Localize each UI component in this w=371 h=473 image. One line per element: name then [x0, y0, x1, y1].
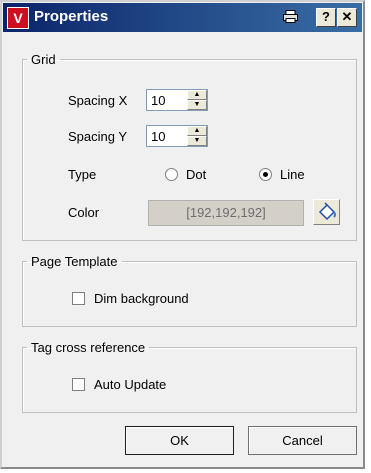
properties-dialog: V Properties ? ✕ Grid Spacing X ▲ ▼ Spac… — [0, 0, 365, 469]
spacing-y-decrement-button[interactable]: ▼ — [187, 136, 207, 146]
printer-icon — [283, 10, 298, 23]
type-dot-radio[interactable] — [165, 168, 178, 181]
color-value-field: [192,192,192] — [148, 200, 304, 226]
type-label: Type — [68, 167, 97, 182]
page-template-legend: Page Template — [31, 254, 118, 269]
help-button[interactable]: ? — [316, 8, 336, 27]
window-title: Properties — [34, 8, 109, 25]
dim-background-label[interactable]: Dim background — [94, 291, 189, 306]
page-template-group: Page Template — [22, 254, 357, 327]
dim-background-checkbox[interactable] — [72, 292, 85, 305]
spacing-y-increment-button[interactable]: ▲ — [187, 126, 207, 136]
spacing-x-stepper[interactable]: ▲ ▼ — [146, 89, 208, 111]
cancel-button[interactable]: Cancel — [248, 426, 357, 455]
app-logo-icon: V — [7, 7, 29, 29]
auto-update-checkbox[interactable] — [72, 378, 85, 391]
grid-legend: Grid — [31, 52, 56, 67]
print-button[interactable] — [279, 8, 302, 27]
radio-selected-dot — [263, 172, 268, 177]
ok-button[interactable]: OK — [125, 426, 234, 455]
spacing-x-decrement-button[interactable]: ▼ — [187, 100, 207, 110]
close-button[interactable]: ✕ — [337, 8, 357, 27]
spacing-x-input[interactable] — [147, 90, 189, 110]
paint-bucket-icon — [318, 202, 336, 221]
type-line-label[interactable]: Line — [280, 167, 305, 182]
color-picker-button[interactable] — [313, 199, 340, 225]
spacing-y-stepper[interactable]: ▲ ▼ — [146, 125, 208, 147]
type-dot-label[interactable]: Dot — [186, 167, 206, 182]
type-line-radio[interactable] — [259, 168, 272, 181]
color-label: Color — [68, 205, 100, 220]
spacing-y-label: Spacing Y — [68, 129, 128, 144]
tag-cross-reference-legend: Tag cross reference — [31, 340, 146, 355]
auto-update-label[interactable]: Auto Update — [94, 377, 166, 392]
title-bar[interactable]: V Properties ? ✕ — [3, 3, 362, 32]
spacing-x-label: Spacing X — [68, 93, 128, 108]
tag-cross-reference-group: Tag cross reference — [22, 340, 357, 413]
spacing-y-input[interactable] — [147, 126, 189, 146]
spacing-x-increment-button[interactable]: ▲ — [187, 90, 207, 100]
